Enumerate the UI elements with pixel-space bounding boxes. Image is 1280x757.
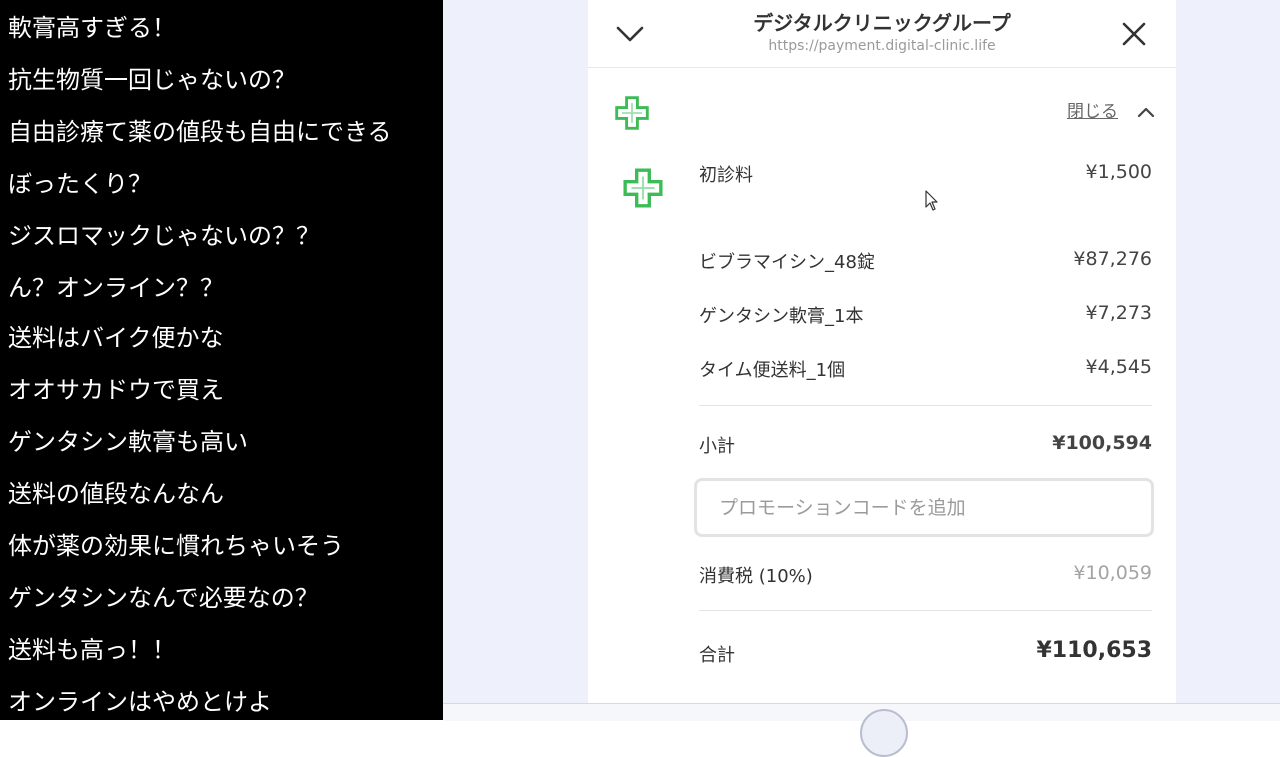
sheet-header: デジタルクリニックグループ https://payment.digital-cl… — [588, 0, 1176, 68]
total-value: ¥110,653 — [1036, 638, 1152, 663]
subtotal-value: ¥100,594 — [1052, 432, 1152, 454]
comment-item: 送料はバイク便かな — [8, 324, 224, 352]
line-item-label: 初診料 — [699, 165, 753, 186]
comment-item: ジスロマックじゃないの？？ — [8, 222, 320, 250]
line-item-price: ¥87,276 — [1073, 248, 1152, 270]
comment-item: オオサカドウで買え — [8, 376, 224, 404]
close-icon — [1122, 22, 1146, 46]
close-button[interactable] — [1114, 14, 1154, 54]
comment-item: 体が薬の効果に慣れちゃいそう — [8, 532, 344, 560]
line-item-price: ¥1,500 — [1085, 161, 1152, 183]
comment-item: ゲンタシン軟膏も高い — [8, 428, 248, 456]
merchant-title: デジタルクリニックグループ — [753, 11, 1011, 35]
divider — [699, 405, 1152, 406]
merchant-url: https://payment.digital-clinic.life — [768, 38, 996, 54]
comment-item: 軟膏高すぎる！ — [8, 14, 176, 42]
comment-stream: 軟膏高すぎる！ 抗生物質一回じゃないの？ 自由診療て薬の値段も自由にできる ぼっ… — [0, 0, 443, 720]
home-indicator-button[interactable] — [860, 709, 908, 757]
comment-item: オンラインはやめとけよ — [8, 688, 272, 716]
comment-item: 送料も高っ！！ — [8, 636, 176, 664]
mouse-cursor-icon — [925, 190, 939, 216]
total-label: 合計 — [699, 645, 735, 666]
comment-item: 送料の値段なんなん — [8, 480, 224, 508]
line-item-price: ¥7,273 — [1085, 302, 1152, 324]
item-clinic-logo-icon — [622, 167, 664, 213]
comment-item: ぼったくり？ — [8, 170, 152, 198]
comment-item: ん？オンライン？？ — [8, 274, 224, 302]
comment-item: ゲンタシンなんで必要なの？ — [8, 584, 319, 612]
divider — [699, 610, 1152, 611]
line-item-price: ¥4,545 — [1085, 356, 1152, 378]
line-item-label: タイム便送料_1個 — [699, 360, 846, 381]
close-summary-toggle[interactable]: 閉じる — [1067, 100, 1155, 124]
comment-item: 自由診療て薬の値段も自由にできる — [8, 118, 392, 146]
line-item-label: ビブラマイシン_48錠 — [699, 252, 875, 273]
chevron-up-icon — [1138, 107, 1155, 118]
tax-value: ¥10,059 — [1073, 562, 1152, 584]
clinic-cross-logo-icon — [614, 95, 650, 135]
promo-code-input[interactable] — [694, 478, 1154, 537]
subtotal-label: 小計 — [699, 436, 735, 457]
bottom-bar — [443, 703, 1280, 721]
line-item-label: ゲンタシン軟膏_1本 — [699, 306, 864, 327]
comment-item: 抗生物質一回じゃないの？ — [8, 66, 296, 94]
tax-label: 消費税 (10%) — [699, 566, 813, 587]
close-summary-label: 閉じる — [1067, 102, 1118, 122]
